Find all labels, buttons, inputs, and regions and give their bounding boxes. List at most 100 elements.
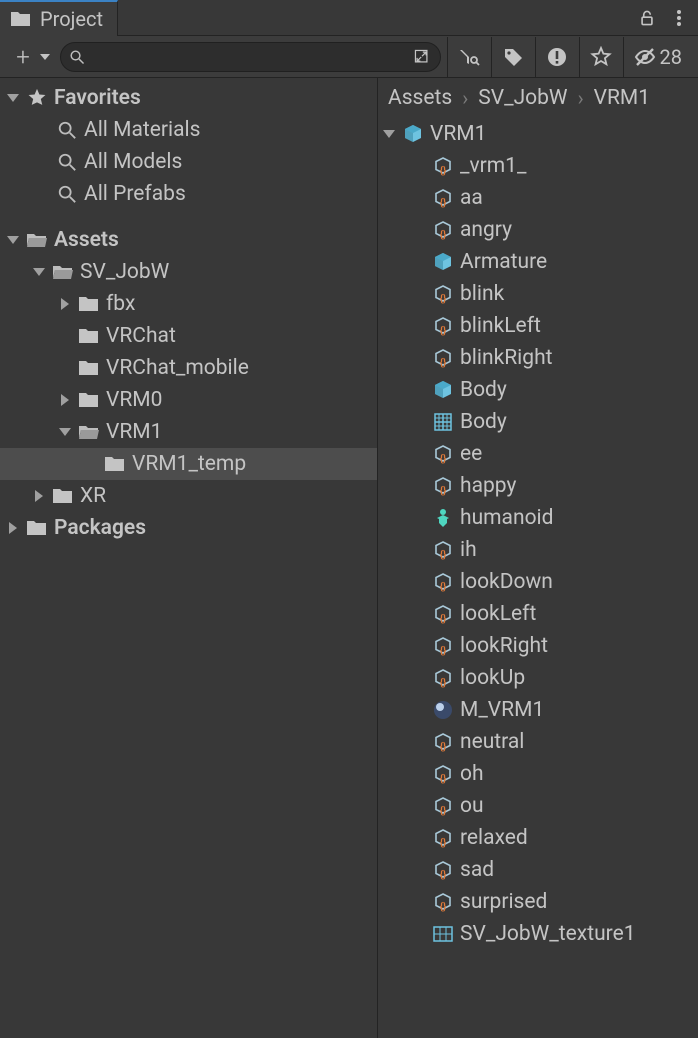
folder-fbx[interactable]: fbx — [0, 288, 377, 320]
kebab-menu-icon[interactable] — [670, 9, 688, 27]
breadcrumb-item[interactable]: VRM1 — [594, 86, 650, 110]
scriptable-icon — [432, 155, 454, 177]
tab-title: Project — [40, 7, 103, 31]
asset-item[interactable]: lookUp — [378, 662, 698, 694]
asset-item[interactable]: Body — [378, 406, 698, 438]
scriptable-icon — [432, 827, 454, 849]
asset-item[interactable]: angry — [378, 214, 698, 246]
folder-icon — [78, 293, 100, 315]
asset-label: humanoid — [460, 506, 554, 530]
folder-xr[interactable]: XR — [0, 480, 377, 512]
asset-item[interactable]: ee — [378, 438, 698, 470]
asset-item[interactable]: _vrm1_ — [378, 150, 698, 182]
asset-item[interactable]: oh — [378, 758, 698, 790]
folder-vrm0[interactable]: VRM0 — [0, 384, 377, 416]
create-menu[interactable]: + — [6, 44, 54, 70]
asset-item[interactable]: M_VRM1 — [378, 694, 698, 726]
search-field[interactable] — [60, 42, 441, 72]
packages-root[interactable]: Packages — [0, 512, 377, 544]
search-input[interactable] — [91, 48, 412, 66]
asset-item[interactable]: ou — [378, 790, 698, 822]
assets-root[interactable]: Assets — [0, 224, 377, 256]
chevron-right-icon: › — [462, 86, 468, 110]
asset-label: lookUp — [460, 666, 525, 690]
folder-icon — [52, 485, 74, 507]
foldout-icon[interactable] — [382, 127, 396, 141]
scriptable-icon — [432, 443, 454, 465]
foldout-icon[interactable] — [6, 233, 20, 247]
scriptable-icon — [432, 603, 454, 625]
asset-label: happy — [460, 474, 516, 498]
scriptable-icon — [432, 571, 454, 593]
asset-label: ou — [460, 794, 484, 818]
favorite-label: All Materials — [84, 118, 200, 142]
asset-item[interactable]: lookDown — [378, 566, 698, 598]
folder-label: VRM0 — [106, 388, 162, 412]
scriptable-icon — [432, 475, 454, 497]
foldout-spacer — [58, 361, 72, 375]
asset-item[interactable]: neutral — [378, 726, 698, 758]
expand-icon[interactable] — [412, 47, 432, 67]
search-icon — [56, 119, 78, 141]
asset-label: surprised — [460, 890, 547, 914]
asset-root[interactable]: VRM1 — [378, 118, 698, 150]
prefab-icon — [432, 251, 454, 273]
foldout-spacer — [58, 329, 72, 343]
foldout-icon[interactable] — [58, 425, 72, 439]
plus-icon: + — [10, 44, 36, 70]
breadcrumb-item[interactable]: Assets — [388, 86, 452, 110]
asset-item[interactable]: aa — [378, 182, 698, 214]
favorites-section[interactable]: Favorites — [0, 82, 377, 114]
foldout-icon[interactable] — [6, 521, 20, 535]
hidden-count[interactable]: 28 — [623, 37, 692, 77]
asset-item[interactable]: Armature — [378, 246, 698, 278]
foldout-icon[interactable] — [32, 265, 46, 279]
asset-item[interactable]: blink — [378, 278, 698, 310]
asset-item[interactable]: humanoid — [378, 502, 698, 534]
folder-icon — [26, 517, 48, 539]
favorite-item[interactable]: All Materials — [0, 114, 377, 146]
folder-icon — [52, 261, 74, 283]
folder-vrchat-mobile[interactable]: VRChat_mobile — [0, 352, 377, 384]
folder-vrchat[interactable]: VRChat — [0, 320, 377, 352]
foldout-icon[interactable] — [32, 489, 46, 503]
foldout-icon[interactable] — [6, 91, 20, 105]
asset-label: VRM1 — [430, 122, 486, 146]
scriptable-icon — [432, 859, 454, 881]
tab-bar: Project — [0, 0, 698, 36]
asset-item[interactable]: SV_JobW_texture1 — [378, 918, 698, 950]
assets-label: Assets — [54, 228, 119, 252]
asset-item[interactable]: Body — [378, 374, 698, 406]
asset-item[interactable]: happy — [378, 470, 698, 502]
asset-item[interactable]: sad — [378, 854, 698, 886]
folder-label: VRChat_mobile — [106, 356, 249, 380]
asset-item[interactable]: lookRight — [378, 630, 698, 662]
asset-item[interactable]: blinkLeft — [378, 310, 698, 342]
foldout-icon[interactable] — [58, 393, 72, 407]
breadcrumb-item[interactable]: SV_JobW — [478, 86, 567, 110]
asset-label: angry — [460, 218, 512, 242]
folder-vrm1[interactable]: VRM1 — [0, 416, 377, 448]
asset-label: Armature — [460, 250, 547, 274]
asset-item[interactable]: ih — [378, 534, 698, 566]
avatar-icon — [432, 507, 454, 529]
favorite-icon[interactable] — [579, 37, 623, 77]
asset-item[interactable]: blinkRight — [378, 342, 698, 374]
asset-item[interactable]: surprised — [378, 886, 698, 918]
prefab-icon — [402, 123, 424, 145]
folder-sv-jobw[interactable]: SV_JobW — [0, 256, 377, 288]
lock-icon[interactable] — [638, 9, 656, 27]
foldout-icon[interactable] — [58, 297, 72, 311]
filter-by-label-icon[interactable] — [491, 37, 535, 77]
favorite-item[interactable]: All Prefabs — [0, 178, 377, 210]
material-icon — [432, 699, 454, 721]
folder-icon — [26, 229, 48, 251]
log-icon[interactable] — [535, 37, 579, 77]
favorite-item[interactable]: All Models — [0, 146, 377, 178]
project-tab[interactable]: Project — [0, 0, 118, 36]
folder-vrm1-temp[interactable]: VRM1_temp — [0, 448, 377, 480]
asset-item[interactable]: relaxed — [378, 822, 698, 854]
scriptable-icon — [432, 347, 454, 369]
asset-item[interactable]: lookLeft — [378, 598, 698, 630]
filter-by-type-icon[interactable] — [447, 37, 491, 77]
